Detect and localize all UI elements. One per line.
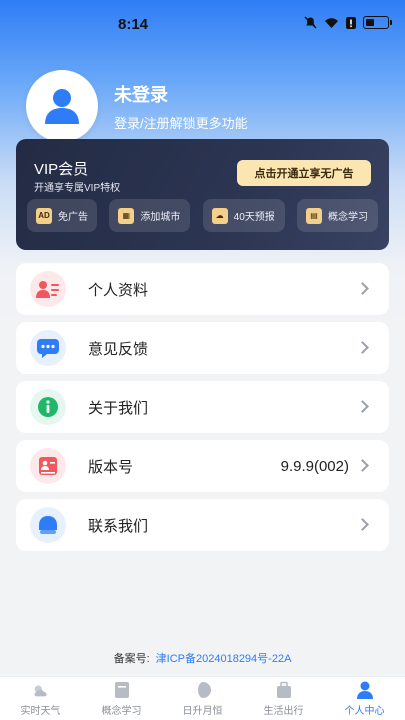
mute-icon — [304, 16, 317, 29]
chevron-right-icon — [356, 459, 369, 472]
vip-card[interactable]: VIP会员 开通享专属VIP特权 点击开通立享无广告 AD 免广告 ▦ 添加城市… — [16, 139, 389, 250]
vip-subtitle: 开通享专属VIP特权 — [34, 183, 121, 194]
chat-bubble-icon — [30, 330, 66, 366]
menu-label: 版本号 — [88, 458, 134, 476]
service-icon — [30, 507, 66, 543]
vip-title: VIP会员 — [34, 161, 89, 178]
vip-open-button[interactable]: 点击开通立享无广告 — [237, 160, 371, 186]
menu-item-contact[interactable]: 联系我们 — [16, 499, 389, 551]
icp-number-link[interactable]: 津ICP备2024018294号-22A — [156, 653, 292, 665]
menu-item-about[interactable]: 关于我们 — [16, 381, 389, 433]
status-time: 8:14 — [117, 16, 149, 33]
menu-item-profile[interactable]: 个人资料 — [16, 263, 389, 315]
menu-label: 个人资料 — [88, 281, 149, 299]
vip-feature-label: 免广告 — [58, 212, 88, 223]
status-icons — [304, 16, 392, 29]
menu-label: 意见反馈 — [88, 340, 149, 358]
profile-card-icon — [30, 271, 66, 307]
signal-warning-icon — [346, 16, 356, 29]
menu-item-feedback[interactable]: 意见反馈 — [16, 322, 389, 374]
user-avatar-icon — [45, 89, 79, 124]
moon-tab-icon — [193, 681, 213, 699]
profile-section[interactable]: 未登录 登录/注册解锁更多功能 — [26, 70, 248, 142]
city-icon: ▦ — [118, 207, 135, 224]
vip-feature-add-city[interactable]: ▦ 添加城市 — [109, 199, 191, 232]
version-icon — [30, 448, 66, 484]
tab-label: 概念学习 — [101, 705, 142, 717]
vip-feature-label: 添加城市 — [140, 212, 181, 223]
tab-label: 日升月恒 — [182, 705, 223, 717]
settings-menu: 个人资料 意见反馈 关于我们 版本号 9.9.9(002) 联系我们 — [16, 263, 389, 558]
tab-life-travel[interactable]: 生活出行 — [243, 681, 324, 717]
tab-weather[interactable]: 实时天气 — [0, 681, 81, 717]
info-icon — [30, 389, 66, 425]
tab-personal-center[interactable]: 个人中心 — [324, 681, 405, 717]
chevron-right-icon — [356, 400, 369, 413]
vip-feature-no-ads[interactable]: AD 免广告 — [27, 199, 97, 232]
book-tab-icon — [112, 681, 132, 699]
bottom-tab-bar: 实时天气 概念学习 日升月恒 生活出行 个人中心 — [0, 676, 405, 720]
menu-label: 关于我们 — [88, 399, 149, 417]
user-tab-icon — [355, 681, 375, 699]
tab-concept-learning[interactable]: 概念学习 — [81, 681, 162, 717]
menu-label: 联系我们 — [88, 517, 149, 535]
vip-feature-concept-learning[interactable]: ▤ 概念学习 — [296, 199, 378, 232]
vip-features: AD 免广告 ▦ 添加城市 ☁ 40天预报 ▤ 概念学习 — [27, 199, 378, 232]
version-value: 9.9.9(002) — [280, 457, 349, 475]
vip-feature-40day-forecast[interactable]: ☁ 40天预报 — [202, 199, 285, 232]
battery-icon — [363, 16, 392, 29]
profile-login-hint[interactable]: 登录/注册解锁更多功能 — [114, 113, 248, 132]
weather-icon: ☁ — [211, 207, 228, 224]
menu-item-version[interactable]: 版本号 9.9.9(002) — [16, 440, 389, 492]
vip-feature-label: 概念学习 — [327, 212, 368, 223]
bag-tab-icon — [274, 681, 294, 699]
icp-record: 备案号: 津ICP备2024018294号-22A — [0, 650, 405, 666]
weather-tab-icon — [31, 681, 51, 699]
book-icon: ▤ — [305, 207, 322, 224]
chevron-right-icon — [356, 341, 369, 354]
wifi-icon — [325, 17, 338, 28]
profile-name: 未登录 — [114, 84, 168, 105]
vip-feature-label: 40天预报 — [233, 212, 275, 223]
tab-label: 个人中心 — [344, 705, 385, 717]
tab-sun-moon[interactable]: 日升月恒 — [162, 681, 243, 717]
avatar[interactable] — [26, 70, 98, 142]
chevron-right-icon — [356, 282, 369, 295]
tab-label: 实时天气 — [20, 705, 61, 717]
icp-label: 备案号: — [113, 653, 150, 665]
tab-label: 生活出行 — [263, 705, 304, 717]
ad-icon: AD — [36, 207, 52, 224]
chevron-right-icon — [356, 518, 369, 531]
status-bar: 8:14 — [0, 0, 405, 44]
